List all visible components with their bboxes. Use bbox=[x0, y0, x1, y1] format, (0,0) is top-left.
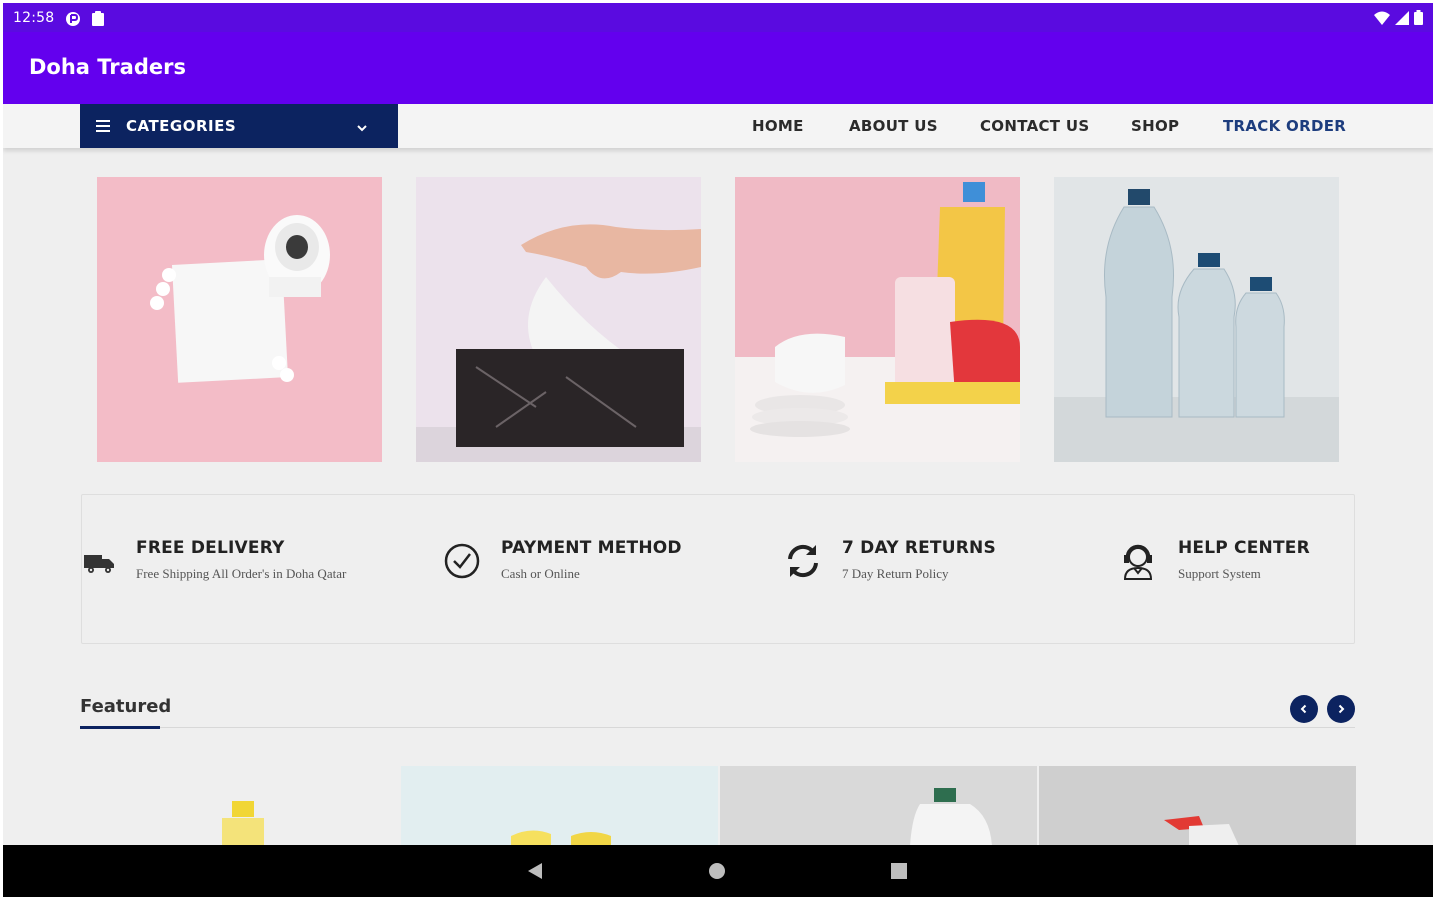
nav-link-about-us[interactable]: ABOUT US bbox=[849, 117, 938, 135]
product-card[interactable] bbox=[720, 766, 1037, 845]
feature-title-help-center: HELP CENTER bbox=[1178, 538, 1310, 558]
product-card[interactable] bbox=[1039, 766, 1356, 845]
categories-label: CATEGORIES bbox=[126, 117, 237, 135]
banner-tile-tissue-roll[interactable] bbox=[97, 177, 382, 462]
battery-icon bbox=[1414, 10, 1423, 30]
check-circle-icon bbox=[443, 542, 481, 585]
status-bar: 12:58 bbox=[3, 3, 1433, 32]
feature-desc-free-delivery: Free Shipping All Order's in Doha Qatar bbox=[136, 566, 347, 581]
categories-dropdown[interactable]: CATEGORIES bbox=[80, 104, 398, 148]
back-button[interactable] bbox=[526, 862, 544, 885]
truck-icon bbox=[84, 551, 116, 580]
banner-tile-tissue-box[interactable] bbox=[416, 177, 701, 462]
carousel-prev-button[interactable] bbox=[1290, 695, 1318, 723]
home-circle-icon bbox=[709, 863, 725, 879]
product-card[interactable] bbox=[401, 766, 718, 845]
cellular-icon bbox=[1395, 10, 1409, 30]
system-nav-bar bbox=[3, 845, 1433, 897]
chevron-left-icon bbox=[1300, 704, 1307, 714]
nav-link-track-order[interactable]: TRACK ORDER bbox=[1223, 117, 1346, 135]
features-box: FREE DELIVERY Free Shipping All Order's … bbox=[81, 494, 1355, 644]
home-button[interactable] bbox=[708, 862, 726, 885]
feature-title-payment-method: PAYMENT METHOD bbox=[501, 538, 682, 558]
feature-desc-7-day-returns: 7 Day Return Policy bbox=[842, 566, 949, 581]
product-card[interactable] bbox=[82, 766, 399, 845]
status-time: 12:58 bbox=[13, 10, 55, 26]
featured-tab-underline bbox=[80, 726, 160, 729]
nav-link-contact-us[interactable]: CONTACT US bbox=[980, 117, 1089, 135]
banner-tile-water-bottles[interactable] bbox=[1054, 177, 1339, 462]
back-triangle-icon bbox=[528, 863, 542, 879]
refresh-icon bbox=[783, 541, 823, 586]
feature-desc-payment-method: Cash or Online bbox=[501, 566, 580, 581]
support-agent-icon bbox=[1119, 541, 1157, 586]
nav-link-shop[interactable]: SHOP bbox=[1131, 117, 1179, 135]
app-title: Doha Traders bbox=[29, 55, 186, 79]
recents-button[interactable] bbox=[890, 862, 908, 885]
section-divider bbox=[80, 727, 1355, 728]
site-nav: CATEGORIES HOME ABOUT US CONTACT US SHOP… bbox=[3, 104, 1433, 148]
menu-icon bbox=[96, 120, 110, 132]
banner-tile-dish-soap[interactable] bbox=[735, 177, 1020, 462]
carousel-next-button[interactable] bbox=[1327, 695, 1355, 723]
feature-title-free-delivery: FREE DELIVERY bbox=[136, 538, 285, 558]
clipboard-icon bbox=[92, 11, 104, 31]
chevron-down-icon bbox=[356, 120, 368, 138]
chevron-right-icon bbox=[1338, 704, 1345, 714]
recents-square-icon bbox=[891, 863, 907, 879]
app-bar: Doha Traders bbox=[3, 32, 1433, 104]
featured-section-title: Featured bbox=[80, 696, 172, 717]
webview[interactable]: CATEGORIES HOME ABOUT US CONTACT US SHOP… bbox=[3, 104, 1433, 845]
feature-title-7-day-returns: 7 DAY RETURNS bbox=[842, 538, 996, 558]
nav-link-home[interactable]: HOME bbox=[752, 117, 804, 135]
feature-desc-help-center: Support System bbox=[1178, 566, 1261, 581]
nfc-icon bbox=[65, 11, 81, 32]
wifi-icon bbox=[1374, 11, 1390, 30]
